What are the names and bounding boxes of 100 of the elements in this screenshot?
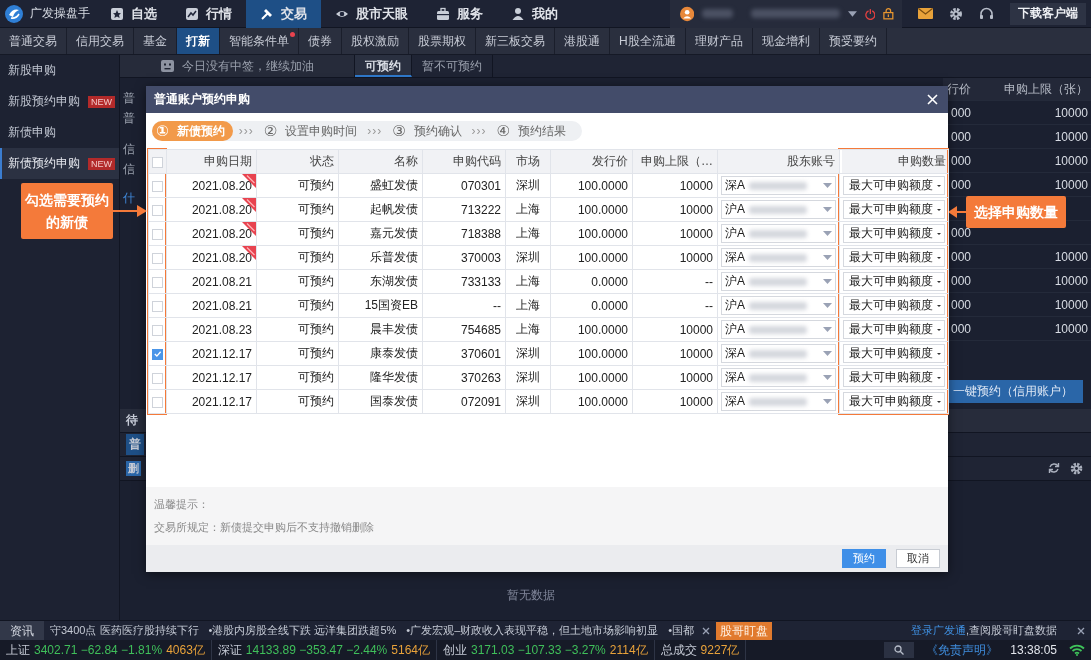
close-icon[interactable]: [1077, 626, 1085, 635]
power-icon[interactable]: [864, 7, 876, 20]
column-header: 申购数量: [898, 154, 946, 168]
checkbox[interactable]: [152, 156, 163, 168]
list-tab[interactable]: 暂不可预约: [412, 55, 493, 77]
table-cell: 0.0000: [591, 274, 628, 289]
account-select[interactable]: 沪A: [721, 320, 836, 339]
account-select[interactable]: 沪A: [721, 296, 836, 315]
checkbox[interactable]: [152, 324, 163, 336]
checkbox[interactable]: [152, 372, 163, 384]
trade-tab[interactable]: 智能条件单: [220, 28, 299, 54]
account-select[interactable]: 深A: [721, 368, 836, 387]
quantity-select[interactable]: 最大可申购额度: [843, 320, 945, 339]
trade-tab[interactable]: 理财产品: [685, 28, 753, 54]
table-cell: 上海: [516, 202, 540, 216]
nav-tab[interactable]: 交易: [246, 0, 321, 28]
person-icon: [511, 6, 525, 21]
step-tab[interactable]: ④ 预约结果: [492, 121, 571, 141]
refresh-icon[interactable]: [1048, 462, 1060, 474]
quantity-select[interactable]: 最大可申购额度: [843, 248, 945, 267]
nav-tab[interactable]: 我的: [497, 0, 572, 28]
sub-tab[interactable]: 普: [126, 434, 144, 455]
trade-tab[interactable]: 打新: [177, 28, 220, 54]
nav-tab[interactable]: 股市天眼: [321, 0, 422, 28]
annotation-callout: 选择申购数量: [966, 196, 1066, 228]
settings-icon[interactable]: [949, 6, 963, 21]
hint-text: 交易所规定：新债提交申购后不支持撤销删除: [154, 520, 375, 535]
sidebar-item[interactable]: 新股预约申购 NEW: [0, 86, 119, 117]
table-cell: 2021.08.20: [191, 202, 252, 217]
quantity-select[interactable]: 最大可申购额度: [843, 296, 945, 315]
headset-icon[interactable]: [979, 7, 994, 20]
cancel-button[interactable]: 取消: [896, 549, 940, 568]
checkbox[interactable]: [152, 252, 163, 264]
account-select[interactable]: 深A: [721, 176, 836, 195]
checkbox[interactable]: [152, 228, 163, 240]
close-icon[interactable]: [702, 626, 711, 635]
table-cell: 2021.12.17: [191, 346, 252, 361]
list-tab[interactable]: 可预约: [355, 55, 412, 77]
index-volume: 4063亿: [166, 641, 205, 659]
checkbox[interactable]: [152, 300, 163, 312]
table-cell: 100.0000: [577, 202, 628, 217]
account-select[interactable]: 沪A: [721, 272, 836, 291]
column-header: 申购代码: [453, 154, 501, 168]
delete-button[interactable]: 删: [126, 461, 141, 476]
checkbox[interactable]: [152, 396, 163, 408]
dialog-title: 普通账户预约申购: [154, 91, 250, 108]
account-select[interactable]: 深A: [721, 248, 836, 267]
nav-tab[interactable]: 服务: [422, 0, 497, 28]
step-tab[interactable]: ② 设置申购时间: [259, 121, 362, 141]
link-text[interactable]: 什: [123, 190, 146, 207]
lock-icon[interactable]: [883, 7, 894, 20]
quantity-select[interactable]: 最大可申购额度: [843, 392, 945, 411]
trade-tab[interactable]: H股全流通: [610, 28, 686, 54]
news-headline[interactable]: •国都: [668, 623, 695, 638]
sidebar-item[interactable]: 新债预约申购 NEW: [0, 148, 119, 179]
trade-tab[interactable]: 信用交易: [67, 28, 134, 54]
table-cell: 2021.08.21: [191, 298, 252, 313]
quantity-select[interactable]: 最大可申购额度: [843, 224, 945, 243]
login-link[interactable]: 登录广发通: [910, 623, 966, 638]
trade-tab[interactable]: 普通交易: [0, 28, 67, 54]
account-select[interactable]: 深A: [721, 392, 836, 411]
panel-tab[interactable]: 待: [120, 412, 138, 429]
search-button[interactable]: [884, 642, 915, 658]
trade-tab[interactable]: 现金增利: [752, 28, 820, 54]
news-headline[interactable]: 守3400点 医药医疗股持续下行: [50, 623, 199, 638]
quantity-select[interactable]: 最大可申购额度: [843, 272, 945, 291]
table-cell: 国泰发债: [370, 394, 418, 408]
disclaimer-link[interactable]: 《免责声明》: [926, 641, 999, 659]
search-icon: [894, 645, 905, 655]
step-tab[interactable]: ③ 预约确认: [388, 121, 466, 141]
quantity-select[interactable]: 最大可申购额度: [843, 368, 945, 387]
checkbox[interactable]: [152, 180, 163, 192]
account-select[interactable]: 沪A: [721, 224, 836, 243]
account-select[interactable]: 深A: [721, 344, 836, 363]
table-cell: 上海: [516, 226, 540, 240]
account-select[interactable]: 沪A: [721, 200, 836, 219]
trade-tab[interactable]: 预受要约: [819, 28, 887, 54]
trade-tab[interactable]: 股票期权: [409, 28, 476, 54]
news-headline[interactable]: •广发宏观–财政收入表现平稳，但土地市场影响初显: [406, 623, 659, 638]
quantity-select[interactable]: 最大可申购额度: [843, 200, 945, 219]
nav-tab[interactable]: 自选: [96, 0, 171, 28]
nav-tab[interactable]: 行情: [171, 0, 246, 28]
column-header: 状态: [310, 154, 334, 168]
checkbox[interactable]: [152, 204, 163, 216]
trade-tab[interactable]: 股权激励: [342, 28, 409, 54]
checkbox[interactable]: [152, 276, 163, 288]
settings-icon[interactable]: [1070, 462, 1083, 475]
checkbox[interactable]: [152, 348, 163, 360]
download-button[interactable]: 下载客户端: [1010, 2, 1086, 25]
news-headline[interactable]: •港股内房股全线下跌 远洋集团跌超5%: [208, 623, 397, 638]
quantity-select[interactable]: 最大可申购额度: [843, 176, 945, 195]
caret-icon[interactable]: [847, 10, 857, 17]
table-cell-text: 000: [949, 297, 971, 312]
sidebar-item[interactable]: 新债申购: [0, 117, 119, 148]
trade-tab[interactable]: 港股通: [555, 28, 610, 54]
mail-icon[interactable]: [918, 8, 933, 19]
sidebar-item[interactable]: 新股申购: [0, 55, 119, 86]
quantity-select[interactable]: 最大可申购额度: [843, 344, 945, 363]
trade-tab[interactable]: 债券: [299, 28, 342, 54]
trade-tab[interactable]: 新三板交易: [476, 28, 555, 54]
